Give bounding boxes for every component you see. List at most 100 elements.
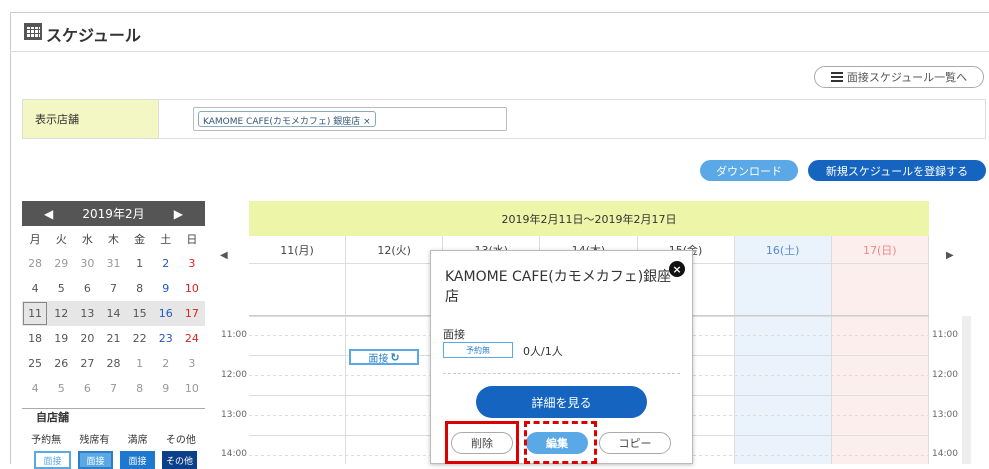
store-tag[interactable]: KAMOME CAFE(カモメカフェ) 銀座店 × <box>198 111 376 127</box>
close-icon[interactable]: × <box>669 261 685 277</box>
calendar-day[interactable]: 30 <box>74 251 100 276</box>
calendar-day[interactable]: 1 <box>127 351 153 376</box>
calendar-event[interactable]: 面接 ↻ <box>349 349 419 365</box>
popup-title: KAMOME CAFE(カモメカフェ)銀座店 <box>445 269 672 305</box>
calendar-day[interactable]: 8 <box>127 276 153 301</box>
calendar-day[interactable]: 29 <box>48 251 74 276</box>
calendar-day[interactable]: 12 <box>48 301 75 326</box>
list-icon <box>830 72 843 82</box>
popup-divider <box>443 373 680 374</box>
calendar-day[interactable]: 1 <box>127 251 153 276</box>
calendar-icon <box>24 23 42 40</box>
time-label: 12:00 <box>221 370 247 380</box>
schedule-list-button[interactable]: 面接スケジュール一覧へ <box>814 66 984 88</box>
calendar-day[interactable]: 27 <box>74 351 100 376</box>
calendar-day[interactable]: 9 <box>153 276 179 301</box>
day-header: 16(土) <box>734 236 831 264</box>
store-select-field[interactable]: KAMOME CAFE(カモメカフェ) 銀座店 × <box>193 107 507 131</box>
store-filter-label: 表示店舗 <box>23 100 159 138</box>
copy-button[interactable]: コピー <box>599 432 671 454</box>
calendar-day[interactable]: 26 <box>48 351 74 376</box>
calendar-day[interactable]: 25 <box>22 351 48 376</box>
week-range-title: 2019年2月11日〜2019年2月17日 <box>249 201 929 236</box>
calendar-day[interactable]: 3 <box>179 351 205 376</box>
mini-calendar-grid: 月火水木金土日 28 29 30 31 1 2 3 4 5 6 7 8 9 10 11 12 13 14 15 16 17… <box>22 226 205 401</box>
legend-chips: 面接 面接 面接 その他 <box>34 451 197 469</box>
legend-chip-seats-left: 面接 <box>78 451 113 469</box>
calendar-day[interactable]: 5 <box>48 376 74 401</box>
legend-labels: 予約無 残席有 満席 その他 <box>22 431 205 446</box>
calendar-day[interactable]: 19 <box>48 326 74 351</box>
calendar-day[interactable]: 7 <box>100 276 126 301</box>
day-header: 17(日) <box>831 236 928 264</box>
calendar-day[interactable]: 6 <box>74 276 100 301</box>
legend: 自店舗 予約無 残席有 満席 その他 面接 面接 面接 その他 <box>22 408 205 469</box>
detail-button[interactable]: 詳細を見る <box>476 386 647 418</box>
weekday-label: 火 <box>55 232 67 246</box>
repeat-icon: ↻ <box>390 350 400 364</box>
time-label: 14:00 <box>221 449 247 459</box>
weekday-label: 月 <box>29 232 41 246</box>
highlight-box-delete <box>445 421 519 464</box>
prev-month-icon[interactable]: ◀ <box>44 207 53 221</box>
calendar-day[interactable]: 22 <box>127 326 153 351</box>
calendar-day[interactable]: 2 <box>153 251 179 276</box>
page-header <box>10 12 989 52</box>
calendar-day[interactable]: 28 <box>100 351 126 376</box>
mini-calendar-month: 2019年2月 <box>82 207 145 221</box>
time-label: 11:00 <box>221 330 247 340</box>
calendar-day[interactable]: 6 <box>74 376 100 401</box>
calendar-day[interactable]: 4 <box>22 376 48 401</box>
popup-event-type: 面接 <box>443 328 465 341</box>
calendar-day[interactable]: 16 <box>152 301 179 326</box>
popup-status-badge: 予約無 <box>443 342 513 358</box>
calendar-day[interactable]: 14 <box>100 301 127 326</box>
calendar-day[interactable]: 31 <box>100 251 126 276</box>
day-header: 11(月) <box>249 236 346 264</box>
calendar-day[interactable]: 18 <box>22 326 48 351</box>
legend-title: 自店舗 <box>34 409 71 425</box>
calendar-day[interactable]: 9 <box>153 376 179 401</box>
legend-chip-full: 面接 <box>120 451 155 469</box>
legend-label: 満席 <box>127 435 148 446</box>
store-filter-row: 表示店舗 KAMOME CAFE(カモメカフェ) 銀座店 × <box>22 99 986 139</box>
day-header: 12(火) <box>346 236 443 264</box>
time-label: 14:00 <box>932 449 958 459</box>
calendar-day[interactable]: 7 <box>100 376 126 401</box>
calendar-day[interactable]: 11 <box>22 301 49 326</box>
download-button[interactable]: ダウンロード <box>700 160 798 181</box>
time-label: 11:00 <box>932 330 958 340</box>
calendar-day[interactable]: 13 <box>74 301 101 326</box>
mini-calendar: ◀ 2019年2月 ▶ 月火水木金土日 28 29 30 31 1 2 3 4 5 6 7 8 9 10 11… <box>22 201 205 401</box>
next-week-icon[interactable]: ▶ <box>946 250 954 261</box>
legend-chip-no-booking: 面接 <box>34 451 71 469</box>
new-schedule-button[interactable]: 新規スケジュールを登録する <box>808 160 986 181</box>
time-label: 13:00 <box>221 410 247 420</box>
calendar-day[interactable]: 10 <box>179 276 205 301</box>
highlight-box-edit <box>524 421 597 464</box>
calendar-day[interactable]: 4 <box>22 276 48 301</box>
prev-week-icon[interactable]: ◀ <box>220 250 228 261</box>
calendar-day[interactable]: 15 <box>126 301 153 326</box>
calendar-day[interactable]: 5 <box>48 276 74 301</box>
calendar-day[interactable]: 3 <box>179 251 205 276</box>
legend-label: 残席有 <box>79 435 110 446</box>
scrollbar[interactable] <box>962 316 971 464</box>
mini-calendar-header: ◀ 2019年2月 ▶ <box>22 201 205 226</box>
event-label: 面接 <box>368 353 389 365</box>
calendar-day[interactable]: 17 <box>178 301 205 326</box>
legend-label: 予約無 <box>31 435 62 446</box>
legend-label: その他 <box>165 435 196 446</box>
weekday-label: 水 <box>81 232 93 246</box>
weekday-label: 金 <box>134 232 146 246</box>
calendar-day[interactable]: 8 <box>127 376 153 401</box>
calendar-day[interactable]: 28 <box>22 251 48 276</box>
calendar-day[interactable]: 20 <box>74 326 100 351</box>
next-month-icon[interactable]: ▶ <box>174 207 183 221</box>
calendar-day[interactable]: 24 <box>179 326 205 351</box>
time-label: 13:00 <box>932 410 958 420</box>
calendar-day[interactable]: 10 <box>179 376 205 401</box>
calendar-day[interactable]: 21 <box>100 326 126 351</box>
calendar-day[interactable]: 2 <box>153 351 179 376</box>
calendar-day[interactable]: 23 <box>153 326 179 351</box>
